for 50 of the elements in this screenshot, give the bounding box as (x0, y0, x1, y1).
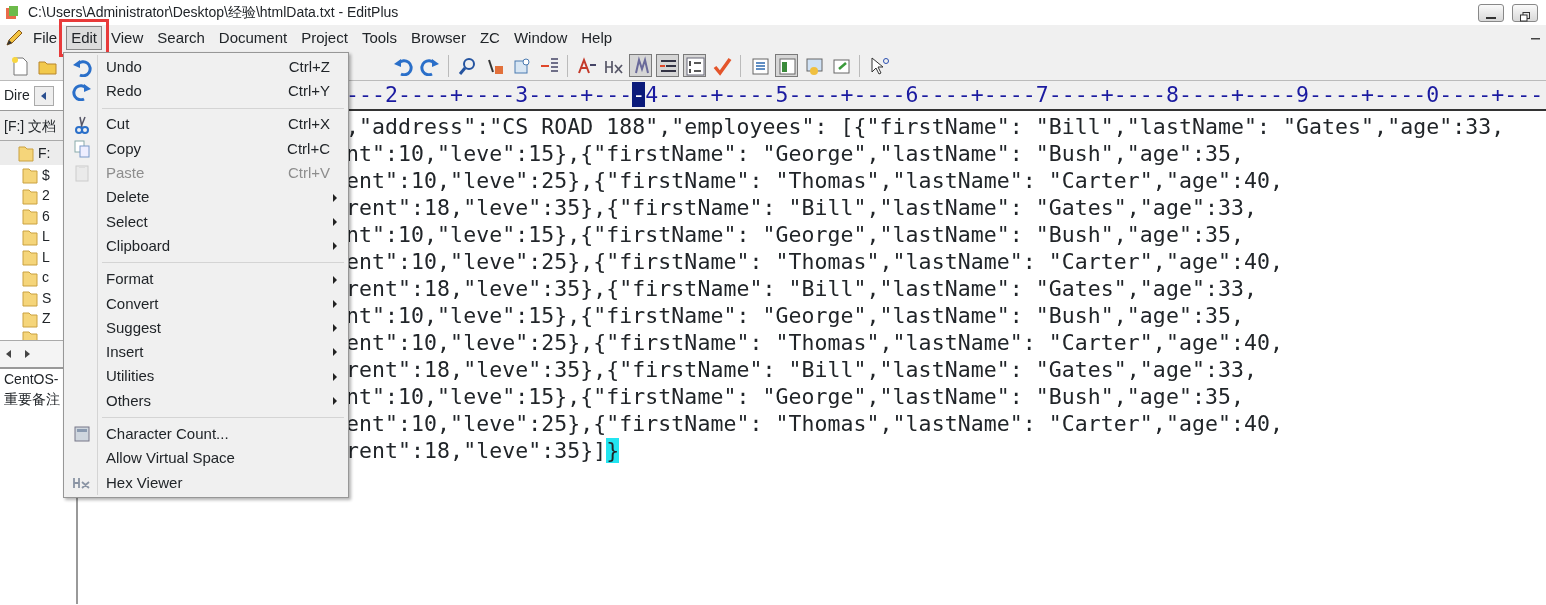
menu-item[interactable]: Search (152, 26, 210, 50)
menu-option[interactable]: Utilities (66, 364, 346, 389)
tree-item[interactable]: $ (42, 164, 50, 186)
menu-item[interactable]: Window (508, 26, 573, 50)
code-line: ent":10,"leve":25},{"firstName": "Thomas","lastName": "Carter","age":40, (346, 249, 1283, 274)
menu-option[interactable]: Select (66, 209, 346, 235)
matched-bracket: } (606, 438, 620, 463)
menu-option[interactable]: Redo Ctrl+Y (66, 79, 346, 104)
code-line: nt":10,"leve":15},{"firstName": "George","lastName": "Bush","age":35, (346, 384, 1244, 409)
tree-item[interactable]: 2 (42, 185, 50, 207)
code-line: ,"address":"CS ROAD 188","employees": [{"firstName": "Bill","lastName": "Gates","age":33, (346, 114, 1505, 139)
menu-item[interactable]: File (28, 26, 63, 50)
code-line: ent":10,"leve":25},{"firstName": "Thomas","lastName": "Carter","age":40, (346, 411, 1283, 436)
menu-option[interactable]: Allow Virtual Space (66, 446, 346, 471)
code-line: rent":18,"leve":35},{"firstName": "Bill","lastName": "Gates","age":33, (346, 195, 1257, 220)
menu-option[interactable]: Character Count... (66, 422, 346, 447)
tree-item[interactable]: 6 (42, 205, 50, 227)
code-line: rent":18,"leve":35},{"firstName": "Bill","lastName": "Gates","age":33, (346, 276, 1257, 301)
menu-option[interactable]: Undo Ctrl+Z (66, 55, 346, 80)
code-line: nt":10,"leve":15},{"firstName": "George","lastName": "Bush","age":35, (346, 222, 1244, 247)
ruler: ---2----+----3----+----4----+----5----+----6----+----7----+----8----+----9----+----0----+--- (346, 82, 1544, 107)
tree-item[interactable]: L (42, 226, 50, 248)
menu-item[interactable]: Browser (405, 26, 471, 50)
code-line: rent":18,"leve":35}] (346, 438, 607, 463)
menu-option[interactable]: Insert (66, 340, 346, 365)
menu-option[interactable]: Delete (66, 185, 346, 210)
menu-option[interactable]: Hex Viewer (66, 470, 346, 496)
code-line: ent":10,"leve":25},{"firstName": "Thomas","lastName": "Carter","age":40, (346, 330, 1283, 355)
menu-item[interactable]: ZC (474, 26, 505, 50)
tree-item[interactable]: L (42, 246, 50, 268)
tree-item[interactable]: c (42, 267, 49, 289)
menu-item[interactable]: Help (576, 26, 618, 50)
menu-option[interactable]: Others (66, 388, 346, 414)
tree-item[interactable]: S (42, 287, 52, 309)
menu-item[interactable]: View (106, 26, 149, 50)
menu-option[interactable]: Format (66, 267, 346, 292)
code-line: ent":10,"leve":25},{"firstName": "Thomas","lastName": "Carter","age":40, (346, 168, 1283, 193)
code-line: rent":18,"leve":35},{"firstName": "Bill","lastName": "Gates","age":33, (346, 357, 1257, 382)
menu-item[interactable]: Document (213, 26, 293, 50)
tree-item[interactable]: Z (42, 308, 51, 330)
menu-option[interactable]: Clipboard (66, 234, 346, 259)
code-line: nt":10,"leve":15},{"firstName": "George","lastName": "Bush","age":35, (346, 303, 1244, 328)
sidebar-tab[interactable]: Dire (4, 85, 30, 106)
window-title: C:\Users\Administrator\Desktop\经验\htmlData.txt - EditPlus (28, 3, 399, 22)
tree-item[interactable]: F: (38, 142, 51, 164)
menu-item[interactable]: Tools (356, 26, 402, 50)
menu-option[interactable]: Suggest (66, 315, 346, 341)
code-line: nt":10,"leve":15},{"firstName": "George","lastName": "Bush","age":35, (346, 141, 1244, 166)
menu-item[interactable]: Project (296, 26, 353, 50)
menu-option[interactable]: Convert (66, 291, 346, 316)
